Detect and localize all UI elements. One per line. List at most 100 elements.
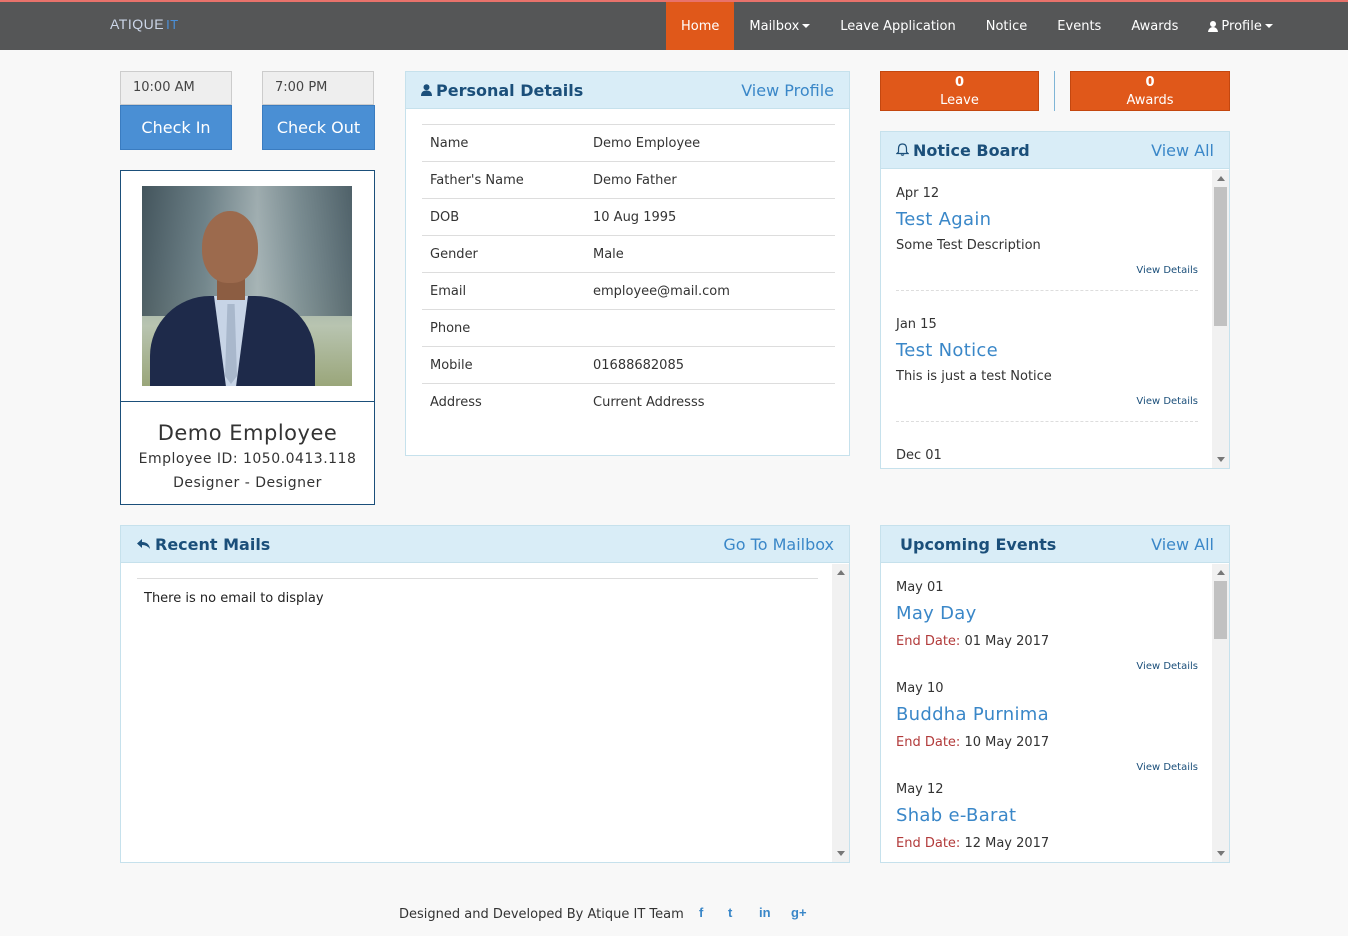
table-row: Name Demo Employee [422, 124, 835, 161]
leave-counter[interactable]: 0 Leave [880, 71, 1039, 111]
notice-description: Some Test Description [896, 238, 1041, 253]
scrollbar-thumb[interactable] [1214, 187, 1227, 326]
nav-home[interactable]: Home [666, 2, 735, 50]
view-all-events-link[interactable]: View All [1151, 535, 1214, 554]
table-row: Father's Name Demo Father [422, 161, 835, 198]
row-value: employee@mail.com [593, 283, 730, 299]
row-key: Phone [430, 320, 471, 336]
divider [896, 421, 1198, 422]
view-details-link[interactable]: View Details [896, 396, 1198, 407]
check-out-button[interactable]: Check Out [262, 105, 375, 150]
personal-details-title: Personal Details [436, 80, 584, 100]
event-date: May 12 [896, 782, 944, 797]
notice-date: Apr 12 [896, 186, 940, 201]
chevron-down-icon [802, 24, 811, 28]
view-profile-link[interactable]: View Profile [741, 81, 834, 100]
panel-title: Recent Mails [136, 535, 270, 554]
row-value: 01688682085 [593, 357, 684, 373]
row-value: Current Addresss [593, 394, 705, 410]
list-item: May 01 May Day End Date: 01 May 2017 Vie… [896, 580, 1198, 672]
table-row: Address Current Addresss [422, 383, 835, 420]
scrollbar-thumb[interactable] [1214, 581, 1227, 639]
view-all-notices-link[interactable]: View All [1151, 141, 1214, 160]
nav-profile[interactable]: Profile [1193, 2, 1287, 50]
panel-header: Recent Mails Go To Mailbox [121, 526, 849, 563]
profile-photo [142, 186, 352, 386]
awards-counter[interactable]: 0 Awards [1070, 71, 1230, 111]
view-details-link[interactable]: View Details [896, 265, 1198, 276]
event-title[interactable]: Shab e-Barat [896, 805, 1198, 826]
scroll-up-icon[interactable] [837, 570, 845, 575]
scroll-down-icon[interactable] [1217, 457, 1225, 462]
mail-scrollbar[interactable] [832, 564, 849, 862]
go-to-mailbox-link[interactable]: Go To Mailbox [723, 535, 834, 554]
user-icon [1208, 20, 1219, 32]
event-title[interactable]: Buddha Purnima [896, 704, 1198, 725]
end-date-value: 10 May 2017 [964, 735, 1050, 750]
event-list[interactable]: May 01 May Day End Date: 01 May 2017 Vie… [881, 564, 1229, 862]
divider [896, 290, 1198, 291]
event-end-date: End Date: 01 May 2017 [896, 634, 1198, 649]
panel-title: Notice Board [895, 140, 1030, 160]
scroll-up-icon[interactable] [1217, 570, 1225, 575]
check-in-time: 10:00 AM [120, 71, 232, 105]
end-date-label: End Date: [896, 836, 961, 851]
events-scrollbar[interactable] [1212, 564, 1229, 862]
list-item: Apr 12 Test Again Some Test Description … [896, 186, 1198, 291]
recent-mails-title: Recent Mails [155, 534, 271, 554]
notice-scrollbar[interactable] [1212, 170, 1229, 468]
nav-awards[interactable]: Awards [1116, 2, 1193, 50]
end-date-label: End Date: [896, 735, 961, 750]
panel-header: Notice Board View All [881, 132, 1229, 169]
notice-list[interactable]: Apr 12 Test Again Some Test Description … [881, 170, 1229, 468]
linkedin-icon[interactable]: in [759, 905, 771, 920]
nav-leave-application[interactable]: Leave Application [825, 2, 970, 50]
check-out-time: 7:00 PM [262, 71, 374, 105]
table-row: Phone [422, 309, 835, 346]
notice-title[interactable]: Test Notice [896, 340, 1198, 361]
notice-board-title: Notice Board [913, 140, 1030, 160]
event-title[interactable]: May Day [896, 603, 1198, 624]
scroll-down-icon[interactable] [837, 851, 845, 856]
scroll-down-icon[interactable] [1217, 851, 1225, 856]
scroll-up-icon[interactable] [1217, 176, 1225, 181]
main-nav: Home Mailbox Leave Application Notice Ev… [666, 2, 1288, 50]
row-key: Mobile [430, 357, 473, 373]
bell-icon [895, 141, 910, 160]
mail-list[interactable]: There is no email to display [121, 564, 849, 862]
nav-mailbox-label: Mailbox [749, 18, 800, 34]
reply-icon [136, 535, 151, 554]
divider [1054, 71, 1055, 111]
profile-name: Demo Employee [157, 421, 338, 445]
top-navbar: ATIQUE IT Home Mailbox Leave Application … [0, 0, 1348, 50]
personal-details-panel: Personal Details View Profile Name Demo E… [405, 71, 850, 456]
google-plus-icon[interactable]: g+ [791, 905, 807, 920]
view-details-link[interactable]: View Details [896, 661, 1198, 672]
nav-events[interactable]: Events [1042, 2, 1116, 50]
check-in-button[interactable]: Check In [120, 105, 232, 150]
event-date: May 10 [896, 681, 944, 696]
nav-notice[interactable]: Notice [971, 2, 1043, 50]
awards-label: Awards [1126, 93, 1174, 108]
panel-title: Personal Details [421, 81, 583, 100]
logo-text: ATIQUE [110, 16, 165, 32]
profile-card: Demo Employee Employee ID: 1050.0413.118… [120, 170, 375, 505]
twitter-icon[interactable]: t [728, 905, 732, 920]
brand-logo[interactable]: ATIQUE IT [110, 16, 179, 32]
list-item: May 10 Buddha Purnima End Date: 10 May 2… [896, 681, 1198, 773]
end-date-value: 12 May 2017 [964, 836, 1050, 851]
panel-header: Upcoming Events View All [881, 526, 1229, 563]
facebook-icon[interactable]: f [699, 905, 703, 920]
table-row: Gender Male [422, 235, 835, 272]
row-value: 10 Aug 1995 [593, 209, 677, 225]
row-value: Demo Employee [593, 135, 701, 151]
recent-mails-panel: Recent Mails Go To Mailbox There is no e… [120, 525, 850, 863]
photo-frame [121, 171, 374, 402]
row-value: Demo Father [593, 172, 677, 188]
empty-mail-message: There is no email to display [144, 591, 324, 606]
nav-profile-label: Profile [1221, 18, 1262, 34]
nav-mailbox[interactable]: Mailbox [734, 2, 825, 50]
view-details-link[interactable]: View Details [896, 762, 1198, 773]
list-item: May 12 Shab e-Barat End Date: 12 May 201… [896, 782, 1198, 851]
notice-title[interactable]: Test Again [896, 209, 1198, 230]
